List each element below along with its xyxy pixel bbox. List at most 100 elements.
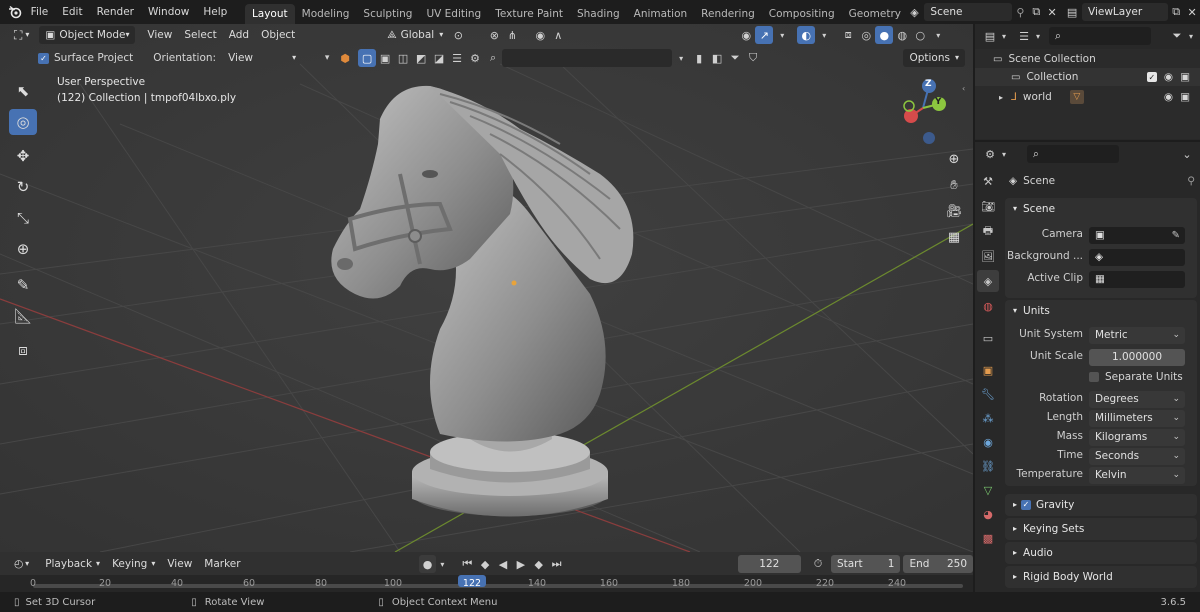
collection-tab-icon[interactable]: ▭ [977, 327, 999, 349]
cursor-tool-icon[interactable]: ◎ [9, 109, 37, 135]
constraints-tab-icon[interactable]: ⛓︎ [977, 455, 999, 477]
shield-icon[interactable]: ⛉ [744, 49, 762, 67]
proportional-edit-icon[interactable]: ◉ [531, 26, 549, 44]
current-frame-field[interactable]: 122 [737, 555, 802, 573]
rendered-shading-icon[interactable]: ○ [911, 26, 929, 44]
solid-shading-icon[interactable]: ● [875, 26, 894, 44]
menu-help[interactable]: Help [196, 0, 234, 24]
exclude-checkbox-icon[interactable]: ✓ [1146, 72, 1157, 82]
scene-name-field[interactable]: Scene [924, 3, 1013, 21]
chevron-down-icon[interactable]: ⌄ [1178, 145, 1196, 163]
particles-tab-icon[interactable]: ⁂ [977, 407, 999, 429]
blender-logo-icon[interactable] [6, 3, 24, 21]
tool-search-input[interactable] [502, 49, 673, 67]
delete-scene-icon[interactable]: ✕ [1044, 3, 1060, 21]
mode-dropdown[interactable]: ▣ Object Mode ▾ [39, 26, 136, 44]
chevron-down-icon[interactable]: ▾ [999, 27, 1009, 45]
camera-render-icon[interactable]: ▣ [1180, 71, 1190, 83]
view-layer-field[interactable]: ViewLayer [1082, 3, 1169, 21]
chevron-down-icon[interactable]: ▾ [1033, 27, 1043, 45]
tab-animation[interactable]: Animation [627, 4, 695, 24]
eyedropper-icon[interactable]: ✎ [1172, 227, 1180, 244]
time-dropdown[interactable]: Seconds ⌄ [1089, 448, 1185, 465]
face-icon[interactable]: ◩ [412, 49, 430, 67]
object-tab-icon[interactable]: ▣ [977, 359, 999, 381]
tree-item-scene-collection[interactable]: ▭ Scene Collection [993, 51, 1096, 67]
filter-icon[interactable]: ⚙ [466, 49, 484, 67]
eye-icon[interactable]: ◉ [1164, 91, 1173, 103]
edge-icon[interactable]: ◫ [394, 49, 412, 67]
overlays-dropdown-icon[interactable]: ▾ [815, 26, 833, 44]
pin-icon[interactable]: ⚲ [1187, 175, 1195, 187]
texture-tab-icon[interactable]: ▩ [977, 527, 999, 549]
chevron-right-icon[interactable]: ▸ [999, 93, 1003, 102]
tab-geometry-nodes[interactable]: Geometry Noc [842, 4, 903, 24]
delete-view-layer-icon[interactable]: ✕ [1184, 3, 1200, 21]
rigid-body-world-panel-header[interactable]: ▸ Rigid Body World [1005, 566, 1197, 588]
menu-select[interactable]: Select [178, 26, 222, 44]
chevron-down-icon[interactable]: ▾ [672, 49, 690, 67]
menu-window[interactable]: Window [141, 0, 196, 24]
transform-tool-icon[interactable]: ⊕ [9, 236, 37, 262]
measure-tool-icon[interactable]: 📐︎ [9, 303, 37, 329]
audio-panel-header[interactable]: ▸ Audio [1005, 542, 1197, 564]
menu-marker[interactable]: Marker [198, 555, 246, 573]
pin-icon[interactable]: ⚲ [1012, 3, 1028, 21]
temperature-dropdown[interactable]: Kelvin ⌄ [1089, 467, 1185, 484]
surface-project-checkbox[interactable]: ✓ Surface Project [38, 52, 133, 64]
start-frame-field[interactable]: Start 1 [830, 555, 901, 573]
search-icon[interactable]: ⌕ [484, 49, 502, 67]
wireframe-shading-icon[interactable]: ◎ [857, 26, 875, 44]
menu-playback[interactable]: Playback ▾ [39, 555, 106, 573]
collapse-icon[interactable]: ▾ [318, 49, 336, 67]
menu-file[interactable]: File [24, 0, 56, 24]
gizmo-toggle-icon[interactable]: ↗ [755, 26, 774, 44]
mesh-data-icon[interactable]: ▽ [1069, 90, 1084, 104]
timeline-scrollbar[interactable] [33, 584, 963, 588]
active-clip-field[interactable]: ▦ [1089, 271, 1185, 288]
tab-modeling[interactable]: Modeling [295, 4, 357, 24]
layers-icon[interactable]: ◧ [708, 49, 726, 67]
menu-keying[interactable]: Keying ▾ [106, 555, 161, 573]
jump-end-icon[interactable]: ⏭ [548, 555, 566, 573]
shading-dropdown-icon[interactable]: ▾ [929, 26, 947, 44]
vertex-icon[interactable]: ▣ [376, 49, 394, 67]
tool-tab-icon[interactable]: ⚒ [977, 170, 999, 192]
menu-add[interactable]: Add [223, 26, 255, 44]
keying-sets-panel-header[interactable]: ▸ Keying Sets [1005, 518, 1197, 540]
tab-layout[interactable]: Layout [244, 3, 295, 24]
navigation-gizmo[interactable]: Z Y [893, 76, 953, 148]
render-tab-icon[interactable]: 📷︎ [977, 195, 999, 217]
visibility-icon[interactable]: ◉ [737, 26, 755, 44]
chevron-down-icon[interactable]: ▾ [436, 555, 448, 573]
data-tab-icon[interactable]: ▽ [977, 479, 999, 501]
timeline-editor-button[interactable]: ◴ ▾ [8, 555, 35, 573]
eye-icon[interactable]: ◉ [1164, 71, 1173, 83]
view-layer-icon[interactable]: ▤ [1064, 3, 1080, 21]
orientation-dropdown[interactable]: View ▾ [222, 49, 302, 67]
3d-viewport[interactable]: ⛶ ▾ ▣ Object Mode ▾ View Select Add Objec… [0, 24, 973, 552]
bookmark-icon[interactable]: ▮ [690, 49, 708, 67]
output-tab-icon[interactable]: 🖶︎ [977, 220, 999, 242]
snap-icon[interactable]: ⊗ [485, 26, 503, 44]
outliner-search-input[interactable]: ⌕ [1049, 27, 1151, 45]
camera-render-icon[interactable]: ▣ [1180, 91, 1190, 103]
rotate-tool-icon[interactable]: ↻ [9, 174, 37, 200]
options-dropdown[interactable]: Options ▾ [903, 49, 965, 67]
object-icon[interactable]: ◪ [430, 49, 448, 67]
tab-uv-editing[interactable]: UV Editing [419, 4, 488, 24]
funnel-icon[interactable]: ⏷ [726, 49, 744, 67]
outliner-editor-icon[interactable]: ▤ [981, 27, 999, 45]
tab-rendering[interactable]: Rendering [694, 4, 762, 24]
annotate-tool-icon[interactable]: ✎ [9, 272, 37, 298]
play-icon[interactable]: ▶ [512, 555, 530, 573]
xray-icon[interactable]: ⧈ [839, 26, 857, 44]
stopwatch-icon[interactable]: ⏱ [809, 555, 827, 573]
separate-units-checkbox[interactable]: Separate Units [1089, 371, 1183, 383]
sidebar-toggle-icon[interactable]: ‹ [962, 84, 965, 93]
color-attribute-icon[interactable]: ⬢ [336, 49, 354, 67]
jump-start-icon[interactable]: ⏮ [458, 555, 476, 573]
pivot-icon[interactable]: ⊙ [449, 26, 467, 44]
snap-target-icon[interactable]: ⋔ [503, 26, 521, 44]
pan-hand-icon[interactable]: ✋︎ [943, 174, 965, 196]
